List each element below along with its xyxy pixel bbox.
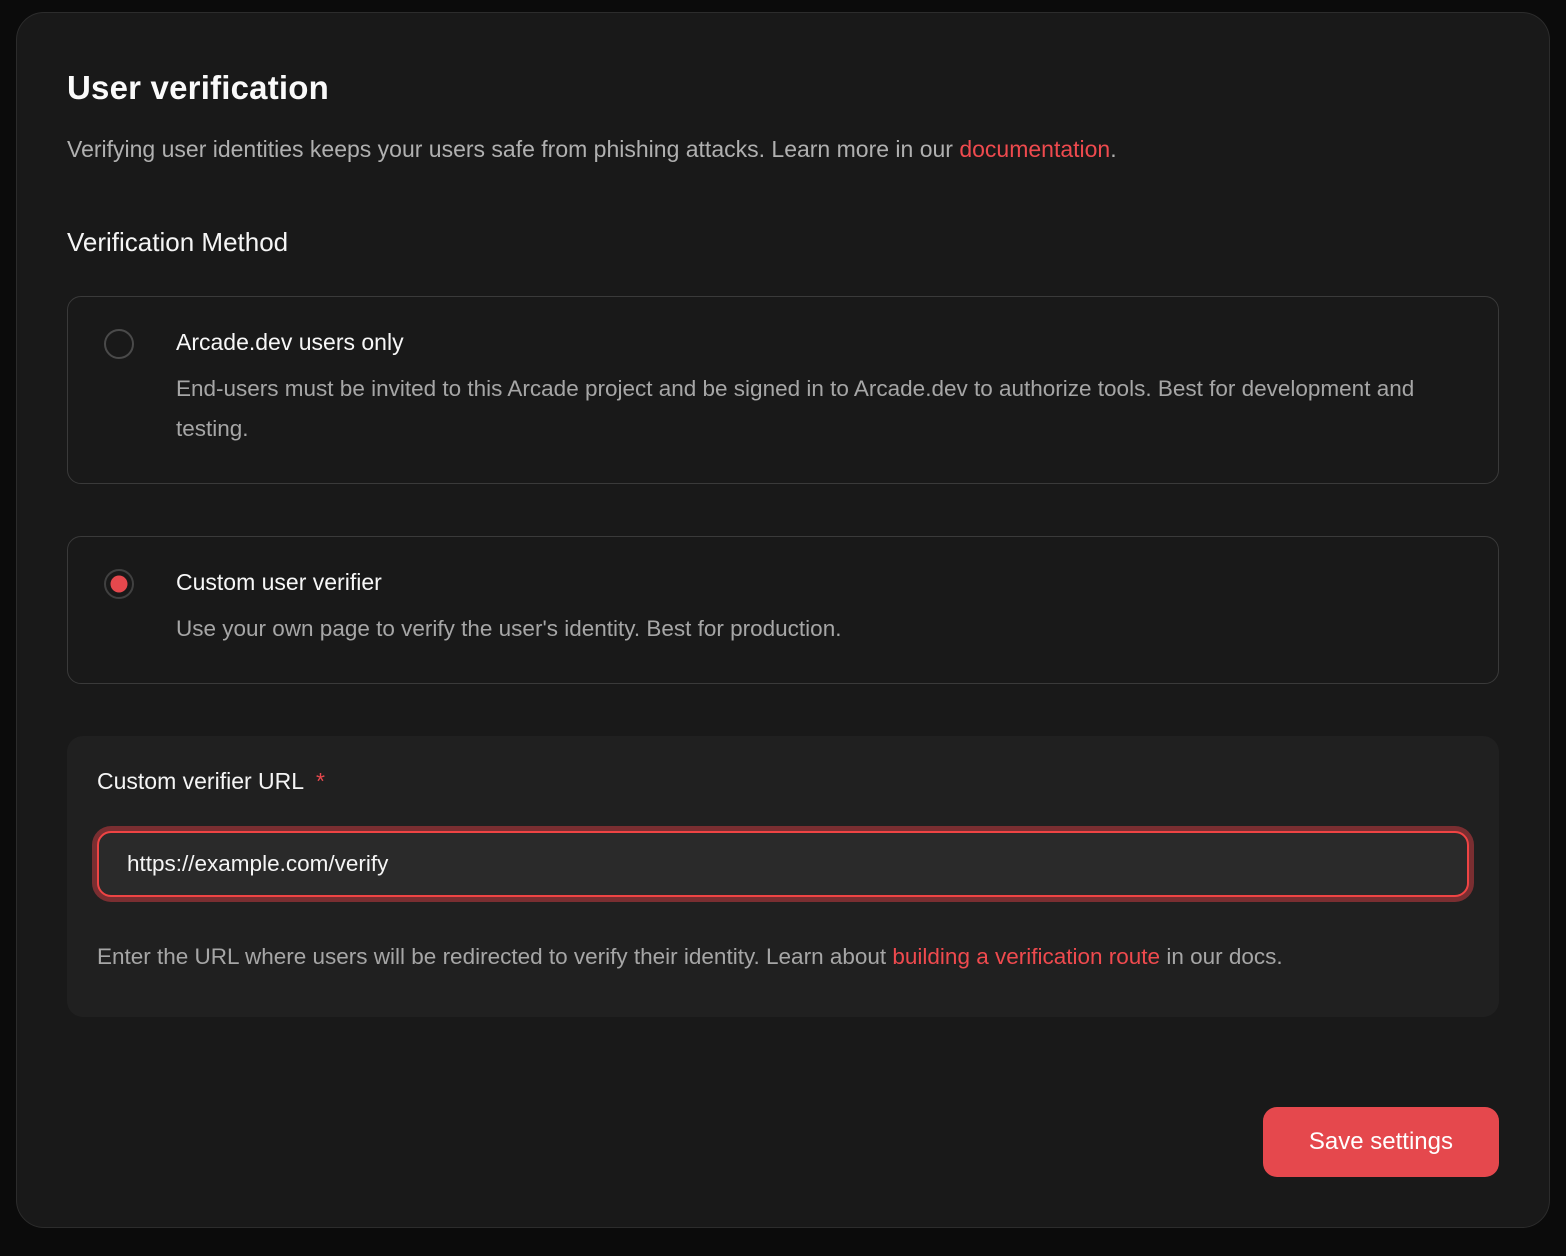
custom-verifier-url-input[interactable] [97,831,1469,897]
option-description: End-users must be invited to this Arcade… [176,369,1462,449]
option-content: Arcade.dev users only End-users must be … [176,327,1462,449]
documentation-link[interactable]: documentation [959,136,1110,162]
custom-verifier-url-label: Custom verifier URL [97,768,304,795]
subtitle-period: . [1110,136,1116,162]
building-verification-route-link[interactable]: building a verification route [892,944,1160,969]
footer-row: Save settings [1263,1107,1499,1177]
subtitle-text: Verifying user identities keeps your use… [67,136,959,162]
option-label: Arcade.dev users only [176,327,1462,357]
option-label: Custom user verifier [176,567,841,597]
save-settings-button[interactable]: Save settings [1263,1107,1499,1177]
page-title: User verification [67,69,1499,107]
radio-custom-user-verifier[interactable] [104,569,134,599]
option-description: Use your own page to verify the user's i… [176,609,841,649]
helper-prefix: Enter the URL where users will be redire… [97,944,892,969]
required-asterisk: * [316,768,325,795]
page-subtitle: Verifying user identities keeps your use… [67,133,1499,165]
option-arcade-users-only[interactable]: Arcade.dev users only End-users must be … [67,296,1499,484]
radio-dot [111,576,128,593]
helper-text: Enter the URL where users will be redire… [97,937,1469,977]
helper-suffix: in our docs. [1160,944,1283,969]
field-label-row: Custom verifier URL * [97,768,1469,795]
option-content: Custom user verifier Use your own page t… [176,567,841,649]
custom-verifier-url-panel: Custom verifier URL * Enter the URL wher… [67,736,1499,1017]
option-custom-user-verifier[interactable]: Custom user verifier Use your own page t… [67,536,1499,684]
user-verification-card: User verification Verifying user identit… [16,12,1550,1228]
radio-arcade-users-only[interactable] [104,329,134,359]
verification-method-heading: Verification Method [67,227,1499,258]
